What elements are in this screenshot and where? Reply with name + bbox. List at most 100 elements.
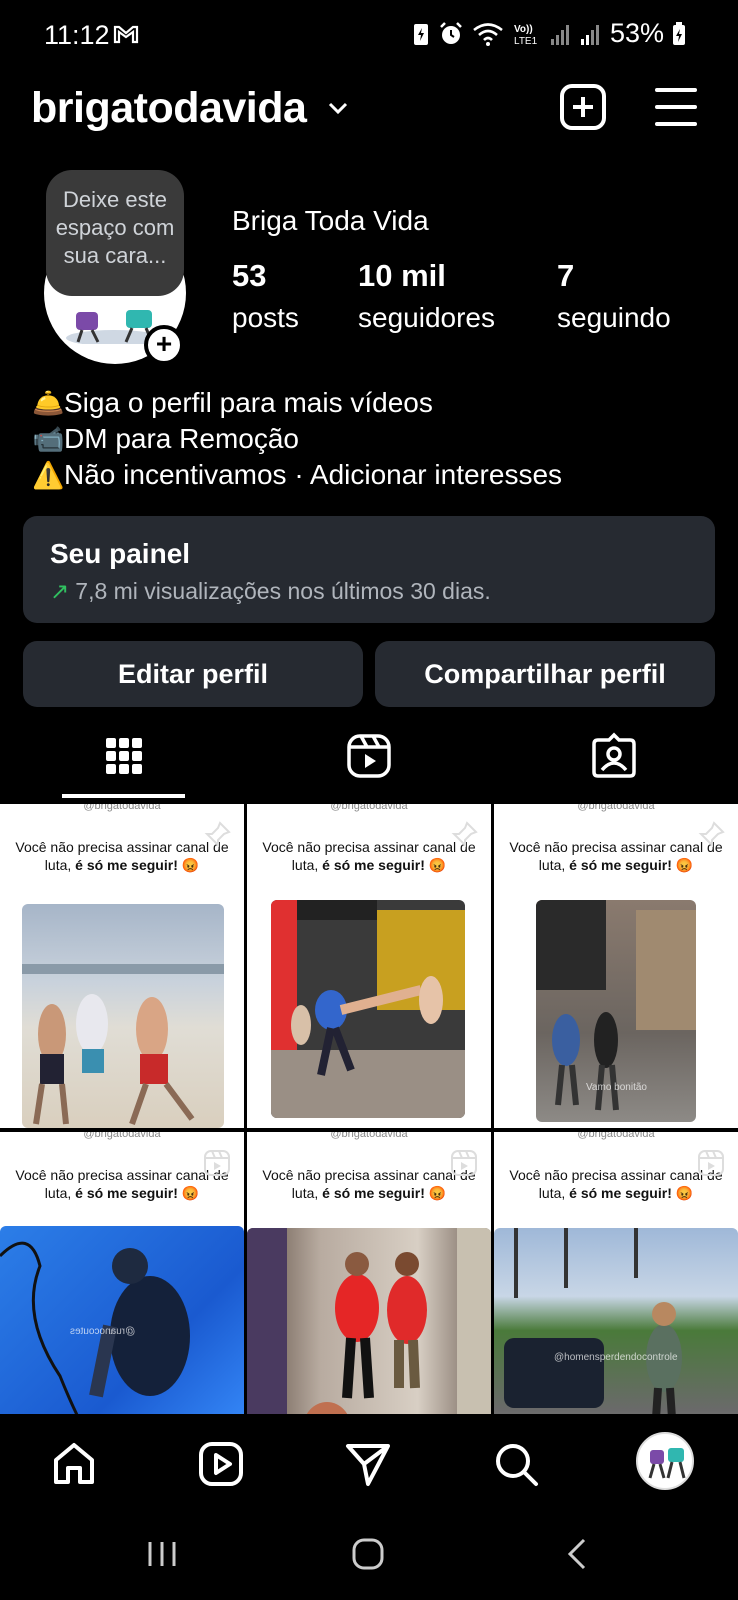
stat-followers[interactable]: 10 mil seguidores [358, 258, 495, 334]
caption-emoji: 😡 [428, 1185, 447, 1201]
post-thumbnail[interactable]: @brigatodavida Você não precisa assinar … [247, 1132, 491, 1456]
caption-emoji: 😡 [181, 857, 200, 873]
post-thumbnail[interactable]: @brigatodavida Você não precisa assinar … [0, 804, 244, 1128]
back-icon[interactable] [560, 1536, 596, 1572]
system-navigation [0, 1514, 738, 1600]
post-thumbnail[interactable]: @brigatodavida Você não precisa assinar … [0, 1132, 244, 1456]
alarm-icon [440, 21, 462, 44]
profile-nav-avatar[interactable] [636, 1432, 694, 1490]
caption-emoji: 😡 [675, 857, 694, 873]
profile-header: brigatodavida [0, 80, 738, 140]
bio-line[interactable]: ⚠️Não incentivamos · Adicionar interesse… [32, 457, 562, 493]
full-name: Briga Toda Vida [232, 205, 429, 236]
home-icon[interactable] [50, 1440, 98, 1488]
stat-label: posts [232, 302, 299, 333]
direct-message-icon[interactable] [344, 1440, 392, 1488]
avatar[interactable]: Deixe este espaço com sua cara... + [44, 170, 188, 366]
post-overlay-text: @ruanocoutes [70, 1326, 136, 1337]
status-icons: Vo)) LTE1 53% [412, 18, 686, 49]
post-thumbnail[interactable]: @brigatodavida Você não precisa assinar … [247, 804, 491, 1128]
edit-profile-button[interactable]: Editar perfil [23, 641, 363, 707]
username-switcher[interactable]: brigatodavida [31, 84, 307, 133]
post-handle: @brigatodavida [330, 804, 408, 812]
post-caption: Você não precisa assinar canal de luta, … [504, 838, 728, 874]
profile-bio: 🛎️Siga o perfil para mais vídeos 📹DM par… [32, 385, 562, 493]
add-story-icon[interactable]: + [144, 325, 184, 365]
trend-up-icon: ↗ [50, 578, 70, 604]
dashboard-views-text: 7,8 mi visualizações nos últimos 30 dias… [75, 578, 491, 604]
post-thumbnail[interactable]: @brigatodavida Você não precisa assinar … [494, 804, 738, 1128]
home-button-icon[interactable] [350, 1536, 386, 1572]
caption-bold: é só me seguir! [75, 1185, 178, 1201]
bottom-navigation [0, 1414, 738, 1514]
reel-icon [698, 1150, 724, 1176]
grid-icon[interactable] [100, 732, 148, 780]
stat-value: 53 [232, 258, 267, 293]
signal-icon [550, 24, 569, 45]
post-media: Vamo bonitão [536, 900, 696, 1122]
signal-icon [580, 24, 599, 45]
create-post-button[interactable] [560, 84, 606, 130]
stat-following[interactable]: 7 seguindo [557, 258, 671, 334]
reels-icon[interactable] [345, 732, 393, 780]
professional-dashboard[interactable]: Seu painel ↗ 7,8 mi visualizações nos últ… [23, 516, 715, 623]
stat-label: seguidores [358, 302, 495, 333]
stat-value: 10 mil [358, 258, 446, 293]
gmail-icon [113, 25, 139, 44]
avatar-prompt: Deixe este espaço com sua cara... [46, 170, 184, 296]
camera-icon: 📹 [32, 424, 65, 454]
share-profile-button[interactable]: Compartilhar perfil [375, 641, 715, 707]
battery-icon [673, 21, 685, 45]
post-thumbnail[interactable]: @brigatodavida Você não precisa assinar … [494, 1132, 738, 1456]
pin-icon [204, 821, 231, 848]
stat-posts[interactable]: 53 posts [232, 258, 299, 334]
search-icon[interactable] [492, 1440, 540, 1488]
bio-text: Siga o perfil para mais vídeos [64, 387, 433, 418]
post-handle: @brigatodavida [83, 804, 161, 812]
status-time: 11:12 [44, 20, 110, 50]
post-overlay-text: @homensperdendocontrole [554, 1352, 678, 1363]
battery-saver-icon [413, 23, 428, 45]
avatar-figures [648, 1448, 686, 1479]
reel-icon [451, 1150, 477, 1176]
pin-icon [698, 821, 725, 848]
dashboard-subtitle: ↗ 7,8 mi visualizações nos últimos 30 dia… [50, 578, 491, 605]
post-caption: Você não precisa assinar canal de luta, … [257, 838, 481, 874]
posts-grid: @brigatodavida Você não precisa assinar … [0, 802, 738, 1456]
reel-icon [204, 1150, 230, 1176]
caption-emoji: 😡 [428, 857, 447, 873]
post-handle: @brigatodavida [330, 1132, 408, 1140]
post-caption: Você não precisa assinar canal de luta, … [257, 1166, 481, 1202]
recent-apps-icon[interactable] [144, 1536, 180, 1572]
post-overlay-text: Vamo bonitão [586, 1082, 647, 1093]
svg-text:Vo)): Vo)) [514, 24, 533, 35]
post-media [271, 900, 465, 1118]
stat-label: seguindo [557, 302, 671, 333]
svg-text:LTE1: LTE1 [514, 36, 538, 47]
menu-icon[interactable] [655, 88, 697, 126]
stat-value: 7 [557, 258, 575, 293]
wifi-icon [473, 22, 503, 46]
bio-text: Não incentivamos · Adicionar interesses [64, 459, 563, 490]
battery-percent: 53% [609, 18, 664, 48]
active-tab-indicator [62, 794, 185, 798]
post-caption: Você não precisa assinar canal de luta, … [10, 1166, 234, 1202]
caption-emoji: 😡 [675, 1185, 694, 1201]
caption-bold: é só me seguir! [75, 857, 178, 873]
post-handle: @brigatodavida [83, 1132, 161, 1140]
post-handle: @brigatodavida [577, 804, 655, 812]
profile-tabs [0, 718, 738, 800]
bell-icon: 🛎️ [32, 388, 65, 418]
bio-text: DM para Remoção [64, 423, 299, 454]
caption-bold: é só me seguir! [569, 1185, 672, 1201]
post-caption: Você não precisa assinar canal de luta, … [10, 838, 234, 874]
caption-emoji: 😡 [181, 1185, 200, 1201]
warning-icon: ⚠️ [32, 460, 65, 490]
bio-line: 📹DM para Remoção [32, 421, 562, 457]
post-media [22, 904, 224, 1128]
post-caption: Você não precisa assinar canal de luta, … [504, 1166, 728, 1202]
status-bar: 11:12 Vo)) LTE1 53% [0, 0, 738, 70]
chevron-down-icon[interactable] [326, 96, 350, 120]
tagged-icon[interactable] [590, 732, 638, 780]
reels-nav-icon[interactable] [197, 1440, 245, 1488]
